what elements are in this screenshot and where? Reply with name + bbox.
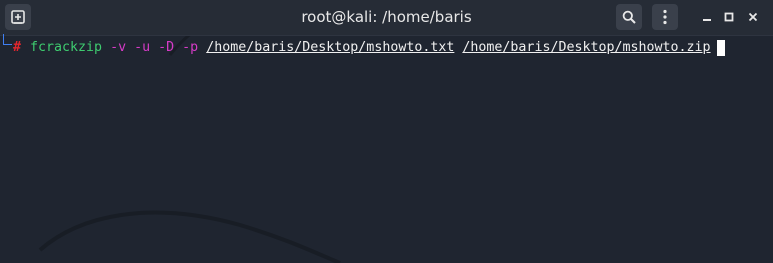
- prompt-corner: [3, 34, 12, 45]
- menu-button[interactable]: [652, 4, 678, 30]
- search-icon: [622, 10, 636, 24]
- terminal-window: root@kali: /home/baris # fcrackzip -v -u…: [0, 0, 773, 263]
- vertical-dots-icon: [663, 9, 667, 25]
- terminal-output[interactable]: # fcrackzip -v -u -D -p /home/baris/Desk…: [0, 34, 773, 263]
- minimize-icon: [703, 19, 711, 21]
- maximize-button[interactable]: [721, 9, 737, 25]
- option-v: -v: [110, 40, 127, 55]
- option-p: -p: [182, 40, 199, 55]
- text-cursor: [716, 40, 725, 56]
- title-bar: root@kali: /home/baris: [0, 0, 773, 36]
- close-button[interactable]: [745, 9, 761, 25]
- prompt-symbol: #: [13, 40, 22, 55]
- zip-path: /home/baris/Desktop/mshowto.zip: [462, 40, 711, 55]
- maximize-icon: [724, 12, 734, 22]
- minimize-button[interactable]: [699, 9, 715, 25]
- new-tab-button[interactable]: [5, 4, 31, 30]
- command-name: fcrackzip: [30, 40, 103, 55]
- dictionary-path: /home/baris/Desktop/mshowto.txt: [206, 40, 455, 55]
- search-button[interactable]: [616, 4, 642, 30]
- option-D: -D: [158, 40, 175, 55]
- command-line: fcrackzip -v -u -D -p /home/baris/Deskto…: [30, 40, 725, 56]
- close-icon: [748, 12, 758, 22]
- new-tab-icon: [11, 10, 25, 24]
- option-u: -u: [134, 40, 151, 55]
